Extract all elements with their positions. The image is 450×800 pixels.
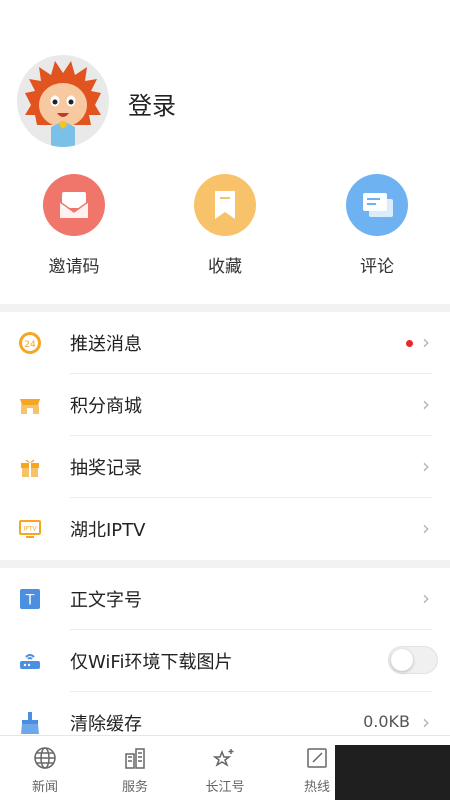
lion-mascot-icon bbox=[17, 55, 109, 147]
favorites-label: 收藏 bbox=[208, 257, 242, 277]
avatar[interactable] bbox=[17, 55, 109, 147]
toggle-knob bbox=[391, 649, 413, 671]
router-icon bbox=[18, 649, 42, 673]
tab-label: 服务 bbox=[121, 780, 148, 795]
tab-label: 新闻 bbox=[31, 780, 58, 795]
invite-code-label: 邀请码 bbox=[48, 257, 100, 277]
font-size-icon: T bbox=[18, 587, 42, 611]
comments-label: 评论 bbox=[360, 257, 394, 277]
menu-item-label: 湖北IPTV bbox=[70, 520, 146, 541]
chevron-right-icon: › bbox=[422, 330, 430, 354]
push-icon-number: 24 bbox=[24, 340, 36, 350]
push-24-icon: 24 bbox=[18, 331, 42, 355]
menu-item-label: 抽奖记录 bbox=[70, 458, 142, 479]
cache-size-value: 0.0KB bbox=[363, 712, 410, 731]
tab-changjiang[interactable]: 长江号 bbox=[195, 742, 255, 795]
bookmark-icon bbox=[194, 174, 256, 236]
quick-actions: 邀请码 收藏 评论 bbox=[0, 170, 450, 300]
chevron-right-icon: › bbox=[422, 516, 430, 540]
tab-news[interactable]: 新闻 bbox=[15, 742, 75, 795]
building-icon bbox=[123, 746, 147, 770]
chevron-right-icon: › bbox=[422, 392, 430, 416]
overlay-shade bbox=[335, 745, 450, 800]
envelope-icon bbox=[43, 174, 105, 236]
profile-header[interactable]: 登录 bbox=[0, 0, 450, 160]
edit-icon bbox=[305, 746, 329, 770]
menu-item-push-messages[interactable]: 24 推送消息 › bbox=[0, 312, 450, 374]
star-wand-icon bbox=[212, 746, 237, 770]
menu-item-font-size[interactable]: T 正文字号 › bbox=[0, 568, 450, 630]
tab-label: 长江号 bbox=[205, 780, 245, 795]
chevron-right-icon: › bbox=[422, 710, 430, 734]
tv-icon: IPTV bbox=[18, 517, 42, 541]
wifi-only-toggle[interactable] bbox=[388, 646, 438, 674]
shop-icon bbox=[18, 393, 42, 417]
invite-code-button[interactable]: 邀请码 bbox=[24, 170, 124, 277]
menu-item-label: 清除缓存 bbox=[70, 714, 142, 735]
menu-item-hubei-iptv[interactable]: IPTV 湖北IPTV › bbox=[0, 498, 450, 560]
chevron-right-icon: › bbox=[422, 454, 430, 478]
bottom-tab-bar: 新闻 服务 长江号 热线 bbox=[0, 735, 450, 800]
comments-button[interactable]: 评论 bbox=[327, 170, 427, 277]
menu-item-lottery-records[interactable]: 抽奖记录 › bbox=[0, 436, 450, 498]
menu-item-wifi-only-images: 仅WiFi环境下载图片 bbox=[0, 630, 450, 692]
tab-services[interactable]: 服务 bbox=[105, 742, 165, 795]
gift-icon bbox=[18, 455, 42, 479]
chevron-right-icon: › bbox=[422, 586, 430, 610]
section-divider bbox=[0, 304, 450, 312]
broom-icon bbox=[18, 711, 42, 735]
globe-icon bbox=[33, 746, 57, 770]
favorites-button[interactable]: 收藏 bbox=[175, 170, 275, 277]
menu-item-label: 推送消息 bbox=[70, 334, 142, 355]
menu-item-label: 正文字号 bbox=[70, 590, 142, 611]
menu-item-label: 积分商城 bbox=[70, 396, 142, 417]
unread-dot bbox=[406, 340, 413, 347]
section-divider bbox=[0, 560, 450, 568]
menu-item-points-mall[interactable]: 积分商城 › bbox=[0, 374, 450, 436]
login-label[interactable]: 登录 bbox=[128, 86, 176, 121]
tv-icon-text: IPTV bbox=[23, 526, 37, 533]
font-size-glyph: T bbox=[25, 593, 35, 609]
menu-item-label: 仅WiFi环境下载图片 bbox=[70, 652, 233, 673]
comment-icon bbox=[346, 174, 408, 236]
